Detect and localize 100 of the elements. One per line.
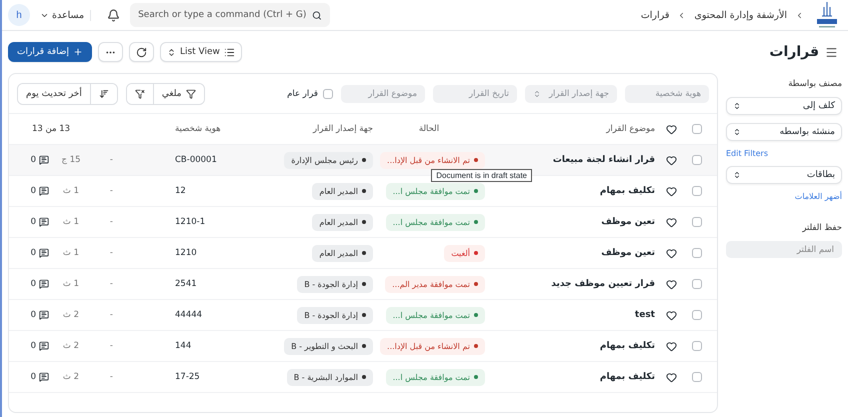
issuer-badge: إدارة الجودة - B [297, 276, 373, 292]
public-checkbox[interactable]: قرار عام [287, 88, 333, 98]
table-cell-text: - [108, 155, 113, 165]
logo-icon [814, 1, 840, 29]
status-badge: تمت موافقة مجلس ا... [386, 306, 485, 324]
heart-icon[interactable] [666, 154, 677, 166]
table-cell-text: - [108, 248, 113, 258]
refresh-icon [136, 46, 147, 58]
issuer-badge: المدير العام [312, 214, 373, 230]
row-checkbox[interactable] [692, 248, 702, 258]
status-badge: تمت موافقة مجلس ا... [386, 182, 485, 200]
edit-filters-link[interactable]: Edit Filters [726, 149, 842, 158]
issuer-badge: المدير العام [312, 244, 373, 262]
comment-count: 0 [9, 372, 49, 382]
issuer-badge: البحث و التطوير - B [284, 338, 373, 354]
table-cell-text: - [108, 279, 113, 289]
issuer-badge: المدير العام [312, 182, 373, 200]
subject-link[interactable]: تعين موظف [485, 248, 655, 258]
select-all-checkbox[interactable] [692, 124, 702, 134]
table-cell-text: - [108, 186, 113, 196]
table-cell-text: CB-00001 [175, 155, 218, 165]
subject-link[interactable]: تكليف بمهام [485, 341, 655, 351]
issuer-badge: إدارة الجودة - B [297, 306, 373, 324]
table-cell-text: - [108, 217, 113, 227]
row-checkbox[interactable] [692, 341, 702, 351]
sidebar-label: حفظ الفلتر [801, 223, 842, 233]
subject-link[interactable]: تعين موظف [485, 217, 655, 227]
subject-link[interactable]: test [485, 310, 655, 320]
time-ago: 1 ث [62, 217, 80, 227]
comment-icon [39, 310, 49, 320]
filter-icon [186, 88, 196, 98]
heart-icon[interactable] [666, 216, 677, 228]
heart-icon[interactable] [666, 340, 677, 352]
row-checkbox[interactable] [692, 217, 702, 227]
comment-icon [39, 372, 49, 382]
comment-count: 0 [9, 217, 49, 227]
table-cell-text: 1210-1 [175, 217, 206, 227]
time-ago: 1 ث [62, 248, 80, 258]
table-cell-text: 17-25 [175, 372, 201, 382]
issuer-badge: رئيس مجلس الإدارة [284, 152, 373, 168]
status-badge: تم الانشاء من قبل الإدا... [380, 338, 485, 354]
sidebar-select[interactable]: منشئه بواسطه [726, 123, 842, 141]
menu-icon[interactable] [825, 46, 838, 58]
sidebar-label: مصنف بواسطة [787, 79, 842, 89]
time-ago: 2 ث [62, 341, 80, 351]
comment-icon [39, 341, 49, 351]
heart-icon[interactable] [666, 186, 677, 196]
search-field[interactable]: Search or type a command (Ctrl + G) [130, 3, 330, 27]
subject-link[interactable]: تكليف بمهام [485, 186, 655, 196]
help-menu[interactable]: مساعدة [40, 10, 92, 20]
chevron-icon [795, 10, 804, 20]
time-ago: 15 ج [60, 155, 82, 165]
heart-icon[interactable] [666, 310, 677, 320]
heart-icon[interactable] [666, 372, 677, 382]
heart-icon[interactable] [666, 248, 677, 258]
row-checkbox[interactable] [692, 279, 702, 289]
subject-link[interactable]: قرار تعيين موظف جديد [485, 279, 655, 289]
sidebar-select[interactable]: كلف إلى [726, 97, 842, 115]
comment-count: 0 [9, 279, 49, 289]
comment-count: 0 [9, 341, 49, 351]
user-avatar[interactable]: h [8, 4, 30, 26]
page-title: قرارات [768, 44, 819, 60]
time-ago: 2 ث [62, 310, 80, 320]
row-checkbox[interactable] [692, 186, 702, 196]
refresh-button[interactable] [128, 42, 154, 62]
heart-icon[interactable] [666, 124, 677, 134]
add-button[interactable]: إضافة قرارات [8, 42, 92, 62]
up-down-icon [733, 102, 741, 110]
up-down-icon [733, 171, 741, 179]
status-badge: تمت موافقة مجلس ا... [386, 368, 485, 386]
view-switcher[interactable]: List View [160, 42, 242, 62]
show-tags-link[interactable]: أضهر العلامات [726, 192, 842, 201]
row-checkbox[interactable] [692, 155, 702, 165]
table-cell-text: 144 [175, 341, 192, 351]
row-checkbox[interactable] [692, 372, 702, 382]
time-ago: 1 ث [62, 279, 80, 289]
bell-icon[interactable] [107, 8, 120, 22]
column-header: موضوع القرار [604, 124, 655, 134]
row-checkbox[interactable] [692, 310, 702, 320]
table-cell-text: - [108, 372, 113, 382]
status-badge: تمت موافقة مدير الم... [385, 276, 485, 292]
clear-filter-button[interactable] [126, 84, 154, 104]
time-ago: 1 ث [62, 186, 80, 196]
sort-icon [98, 88, 109, 98]
issuer-badge: الموارد البشرية - B [286, 368, 373, 386]
table-cell-text: - [108, 341, 113, 351]
breadcrumb-link[interactable]: قرارات [640, 10, 670, 20]
sort-button[interactable]: أخر تحديث يوم [18, 84, 91, 104]
tooltip: Document is in draft state [431, 169, 532, 182]
subject-link[interactable]: قرار انشاء لجنة مبيعات [485, 155, 655, 165]
heart-icon[interactable] [666, 278, 677, 290]
sidebar-select[interactable]: بطاقات [726, 166, 842, 184]
table-cell-text: 44444 [175, 310, 204, 320]
comment-icon [39, 279, 49, 289]
plus-icon [72, 47, 83, 57]
comment-count: 0 [9, 310, 49, 320]
subject-link[interactable]: تكليف بمهام [485, 372, 655, 382]
breadcrumb-link[interactable]: الأرشفة وإدارة المحتوى [694, 10, 787, 20]
up-down-icon [733, 128, 741, 136]
comment-count: 0 [9, 186, 49, 196]
